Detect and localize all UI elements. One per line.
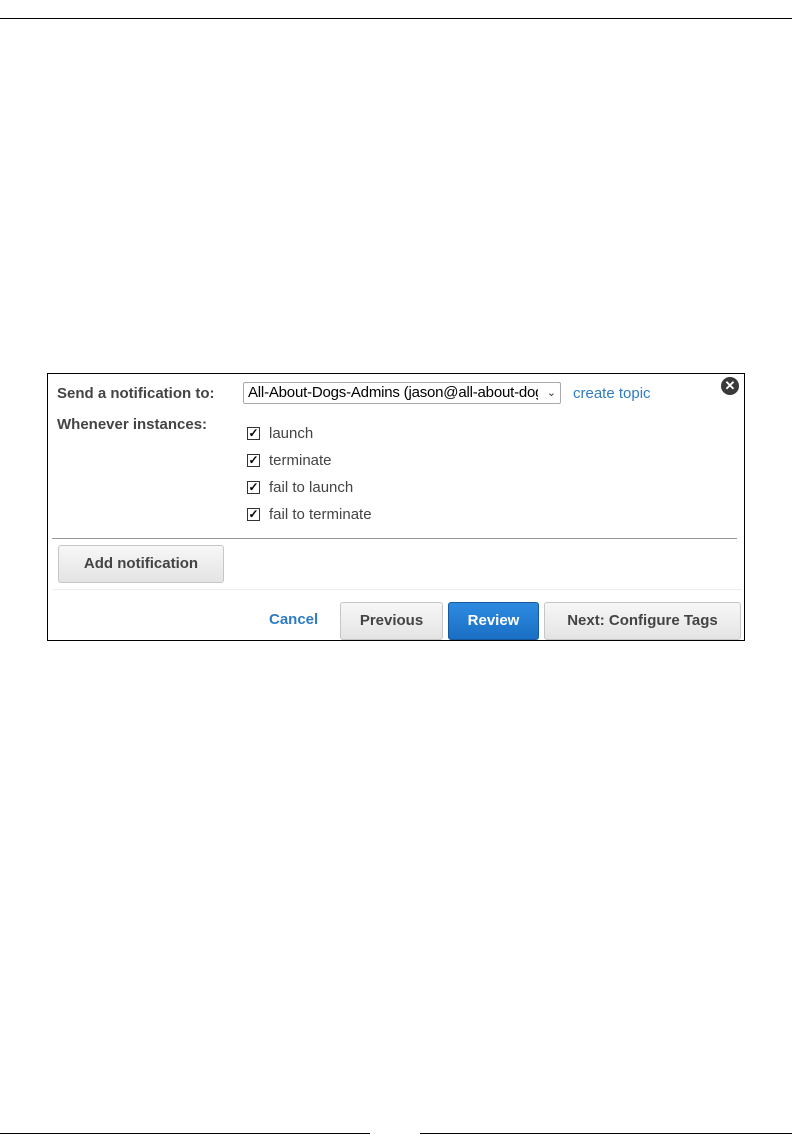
send-notification-label: Send a notification to: [57,384,215,402]
event-fail-terminate-label: fail to terminate [269,506,372,523]
checkmark-icon: ✓ [248,453,259,467]
section-divider [52,538,737,539]
topic-select[interactable]: All-About-Dogs-Admins (jason@all-about-d… [243,382,561,404]
close-icon[interactable]: ✕ [721,377,739,395]
chevron-down-icon: ⌄ [546,387,556,399]
create-topic-link[interactable]: create topic [573,385,651,402]
event-launch-label: launch [269,425,314,442]
topic-select-value: All-About-Dogs-Admins (jason@all-about-d… [248,384,538,401]
event-checkbox-list: ✓ launch ✓ terminate ✓ fail to launch ✓ … [247,420,372,528]
event-fail-launch-label: fail to launch [269,479,354,496]
checkbox-fail-to-launch[interactable]: ✓ [247,481,260,494]
checkmark-icon: ✓ [248,426,259,440]
instances-label: Whenever instances: [57,416,208,433]
event-fail-launch-row[interactable]: ✓ fail to launch [247,474,372,501]
previous-button[interactable]: Previous [340,602,443,640]
checkbox-launch[interactable]: ✓ [247,427,260,440]
event-launch-row[interactable]: ✓ launch [247,420,372,447]
notification-panel: Send a notification to: All-About-Dogs-A… [47,373,745,641]
page-rule-bottom-right [420,1133,792,1134]
checkbox-fail-to-terminate[interactable]: ✓ [247,508,260,521]
checkmark-icon: ✓ [248,507,259,521]
next-configure-tags-button[interactable]: Next: Configure Tags [544,602,741,640]
checkbox-terminate[interactable]: ✓ [247,454,260,467]
checkmark-icon: ✓ [248,480,259,494]
page-rule-top [0,18,792,19]
review-button[interactable]: Review [448,602,539,640]
event-terminate-row[interactable]: ✓ terminate [247,447,372,474]
add-notification-button[interactable]: Add notification [58,545,224,583]
send-notification-row: Send a notification to: All-About-Dogs-A… [57,380,651,406]
page-rule-bottom-left [0,1133,370,1134]
footer-divider [52,589,742,590]
event-fail-terminate-row[interactable]: ✓ fail to terminate [247,501,372,528]
cancel-button[interactable]: Cancel [269,611,318,628]
event-terminate-label: terminate [269,452,332,469]
